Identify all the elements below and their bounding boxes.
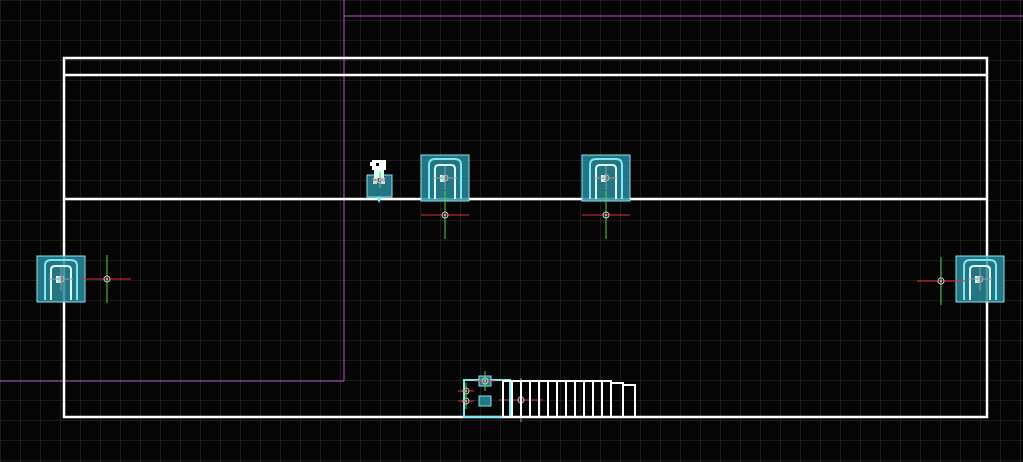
pivot-gizmo-small-base[interactable] xyxy=(458,393,474,409)
stair-step xyxy=(601,380,612,418)
stair-step xyxy=(592,380,603,418)
door-right-wall[interactable] xyxy=(955,255,1005,303)
level-editor-viewport[interactable] xyxy=(0,0,1023,462)
stair-step xyxy=(511,380,522,418)
stair-step xyxy=(520,380,531,418)
stair-step xyxy=(556,380,567,418)
stair-step xyxy=(538,380,549,418)
stair-step xyxy=(547,380,558,418)
room-outline[interactable] xyxy=(62,56,989,419)
door-icon xyxy=(955,255,1005,303)
room-wall-rect[interactable] xyxy=(62,56,989,419)
small-entity-icon xyxy=(478,395,492,407)
pivot-gizmo-small-top[interactable] xyxy=(475,371,495,391)
stair-step xyxy=(622,384,636,418)
door-icon xyxy=(36,255,86,303)
level-scene[interactable] xyxy=(0,0,1023,462)
stair-step xyxy=(583,380,594,418)
door-left-wall[interactable] xyxy=(36,255,86,303)
small-entity-stairs-base[interactable] xyxy=(478,395,492,407)
stair-step xyxy=(610,382,624,418)
stairs-icon xyxy=(502,380,636,418)
stair-step xyxy=(529,380,540,418)
pivot-gizmo-door-left[interactable] xyxy=(83,255,131,303)
stair-step xyxy=(565,380,576,418)
stair-step xyxy=(574,380,585,418)
